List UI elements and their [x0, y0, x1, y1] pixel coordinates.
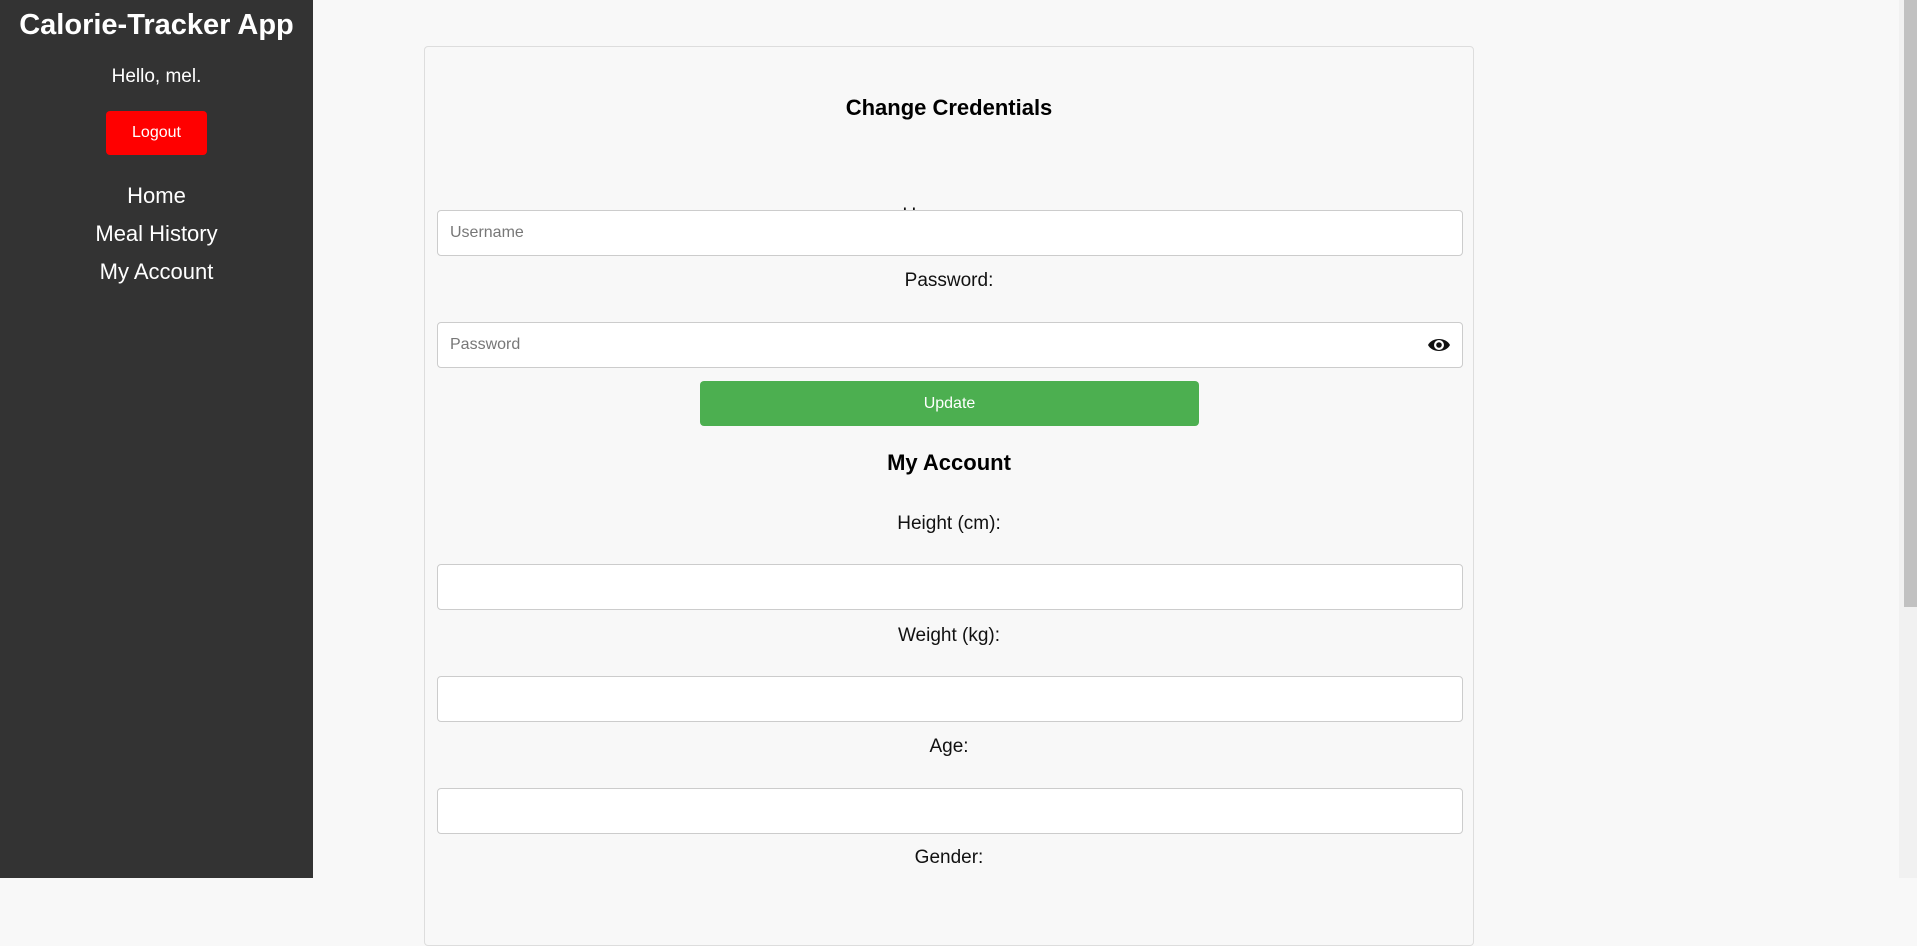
weight-input[interactable]: [437, 676, 1463, 722]
sidebar-nav: Home Meal History My Account: [0, 177, 313, 291]
nav-item-meal-history[interactable]: Meal History: [0, 215, 313, 253]
gender-label: Gender:: [914, 847, 984, 868]
update-button[interactable]: Update: [700, 381, 1199, 426]
age-label: Age:: [929, 736, 969, 757]
weight-label: Weight (kg):: [897, 625, 1001, 646]
sidebar: Calorie-Tracker App Hello, mel. Logout H…: [0, 0, 313, 878]
nav-item-home[interactable]: Home: [0, 177, 313, 215]
scrollbar-thumb[interactable]: [1904, 0, 1917, 607]
age-input[interactable]: [437, 788, 1463, 834]
password-label: Password:: [904, 270, 994, 291]
height-label: Height (cm):: [897, 513, 1001, 534]
eye-icon[interactable]: [1427, 335, 1451, 355]
greeting-text: Hello, mel.: [111, 66, 202, 87]
scrollbar[interactable]: [1899, 0, 1917, 878]
password-field: [425, 322, 1473, 368]
password-input[interactable]: [437, 322, 1463, 368]
my-account-title: My Account: [887, 450, 1011, 475]
username-input[interactable]: [437, 210, 1463, 256]
main-content: Change Credentials Username: Password: U…: [313, 0, 1899, 946]
logout-button[interactable]: Logout: [106, 111, 207, 155]
height-input[interactable]: [437, 564, 1463, 610]
app-title: Calorie-Tracker App: [19, 9, 294, 41]
nav-item-my-account[interactable]: My Account: [0, 253, 313, 291]
change-credentials-title: Change Credentials: [845, 95, 1053, 120]
account-card: Change Credentials Username: Password: U…: [424, 46, 1474, 946]
